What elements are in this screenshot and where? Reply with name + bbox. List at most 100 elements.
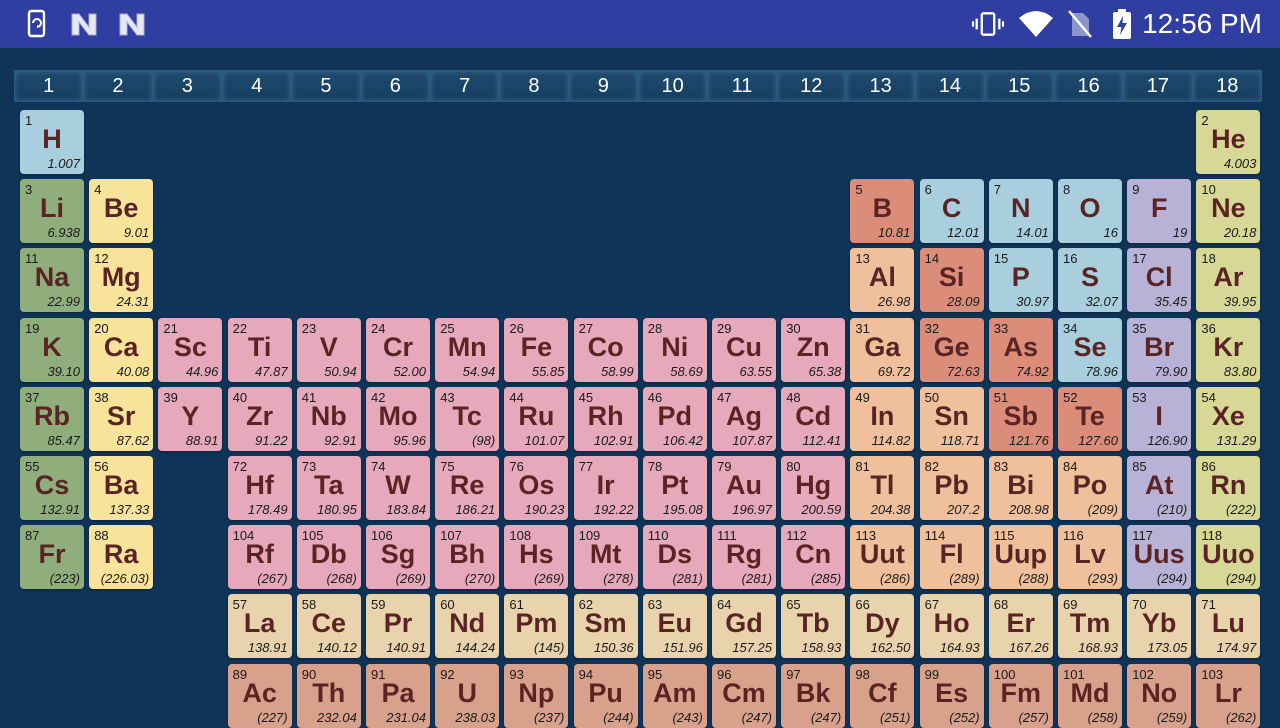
element-tile-bi[interactable]: 83 Bi 208.98 [988,456,1053,520]
element-tile-cm[interactable]: 96 Cm (247) [712,663,776,728]
element-tile-s[interactable]: 16 S 32.07 [1058,248,1122,313]
element-tile-cf[interactable]: 98 Cf (251) [850,663,915,728]
element-tile-se[interactable]: 34 Se 78.96 [1058,317,1122,382]
element-tile-bh[interactable]: 107 Bh (270) [435,525,500,590]
element-tile-i[interactable]: 53 I 126.90 [1127,386,1192,451]
element-tile-as[interactable]: 33 As 74.92 [988,317,1053,382]
element-tile-na[interactable]: 11 Na 22.99 [20,248,84,313]
element-tile-zr[interactable]: 40 Zr 91.22 [227,386,292,451]
element-tile-p[interactable]: 15 P 30.97 [988,248,1053,313]
element-tile-lv[interactable]: 116 Lv (293) [1058,525,1122,590]
element-tile-co[interactable]: 27 Co 58.99 [573,317,638,382]
element-tile-he[interactable]: 2 He 4.003 [1196,110,1261,174]
element-tile-xe[interactable]: 54 Xe 131.29 [1196,386,1261,451]
element-tile-mo[interactable]: 42 Mo 95.96 [366,386,430,451]
element-tile-f[interactable]: 9 F 19 [1127,179,1192,244]
element-tile-tm[interactable]: 69 Tm 168.93 [1058,594,1122,659]
element-tile-la[interactable]: 57 La 138.91 [227,594,292,659]
element-tile-k[interactable]: 19 K 39.10 [20,317,84,382]
element-tile-rn[interactable]: 86 Rn (222) [1196,456,1261,520]
element-tile-n[interactable]: 7 N 14.01 [988,179,1053,244]
element-tile-zn[interactable]: 30 Zn 65.38 [781,317,846,382]
element-tile-pu[interactable]: 94 Pu (244) [573,663,638,728]
element-tile-ca[interactable]: 20 Ca 40.08 [89,317,154,382]
element-tile-lr[interactable]: 103 Lr (262) [1196,663,1261,728]
element-tile-pt[interactable]: 78 Pt 195.08 [642,456,707,520]
element-tile-o[interactable]: 8 O 16 [1058,179,1122,244]
element-tile-pa[interactable]: 91 Pa 231.04 [366,663,430,728]
element-tile-pm[interactable]: 61 Pm (145) [504,594,569,659]
element-tile-nb[interactable]: 41 Nb 92.91 [296,386,361,451]
element-tile-cs[interactable]: 55 Cs 132.91 [20,456,84,520]
element-tile-th[interactable]: 90 Th 232.04 [296,663,361,728]
element-tile-ac[interactable]: 89 Ac (227) [227,663,292,728]
element-tile-np[interactable]: 93 Np (237) [504,663,569,728]
element-tile-ar[interactable]: 18 Ar 39.95 [1196,248,1261,313]
element-tile-kr[interactable]: 36 Kr 83.80 [1196,317,1261,382]
element-tile-hg[interactable]: 80 Hg 200.59 [781,456,846,520]
element-tile-w[interactable]: 74 W 183.84 [366,456,430,520]
element-tile-uus[interactable]: 117 Uus (294) [1127,525,1192,590]
element-tile-hs[interactable]: 108 Hs (269) [504,525,569,590]
element-tile-ga[interactable]: 31 Ga 69.72 [850,317,915,382]
element-tile-be[interactable]: 4 Be 9.01 [89,179,154,244]
element-tile-rb[interactable]: 37 Rb 85.47 [20,386,84,451]
element-tile-ni[interactable]: 28 Ni 58.69 [642,317,707,382]
element-tile-er[interactable]: 68 Er 167.26 [988,594,1053,659]
element-tile-h[interactable]: 1 H 1.007 [20,110,84,174]
element-tile-mg[interactable]: 12 Mg 24.31 [89,248,154,313]
element-tile-cl[interactable]: 17 Cl 35.45 [1127,248,1192,313]
element-tile-sg[interactable]: 106 Sg (269) [366,525,430,590]
element-tile-pd[interactable]: 46 Pd 106.42 [642,386,707,451]
element-tile-md[interactable]: 101 Md (258) [1058,663,1122,728]
element-tile-sm[interactable]: 62 Sm 150.36 [573,594,638,659]
element-tile-no[interactable]: 102 No (259) [1127,663,1192,728]
element-tile-br[interactable]: 35 Br 79.90 [1127,317,1192,382]
element-tile-te[interactable]: 52 Te 127.60 [1058,386,1122,451]
element-tile-eu[interactable]: 63 Eu 151.96 [642,594,707,659]
element-tile-ta[interactable]: 73 Ta 180.95 [296,456,361,520]
element-tile-cd[interactable]: 48 Cd 112.41 [781,386,846,451]
element-tile-gd[interactable]: 64 Gd 157.25 [712,594,776,659]
element-tile-c[interactable]: 6 C 12.01 [919,179,984,244]
element-tile-re[interactable]: 75 Re 186.21 [435,456,500,520]
element-tile-rf[interactable]: 104 Rf (267) [227,525,292,590]
element-tile-uuo[interactable]: 118 Uuo (294) [1196,525,1261,590]
element-tile-cr[interactable]: 24 Cr 52.00 [366,317,430,382]
element-tile-mn[interactable]: 25 Mn 54.94 [435,317,500,382]
element-tile-ti[interactable]: 22 Ti 47.87 [227,317,292,382]
element-tile-hf[interactable]: 72 Hf 178.49 [227,456,292,520]
element-tile-tl[interactable]: 81 Tl 204.38 [850,456,915,520]
element-tile-li[interactable]: 3 Li 6.938 [20,179,84,244]
element-tile-si[interactable]: 14 Si 28.09 [919,248,984,313]
element-tile-dy[interactable]: 66 Dy 162.50 [850,594,915,659]
element-tile-uut[interactable]: 113 Uut (286) [850,525,915,590]
element-tile-os[interactable]: 76 Os 190.23 [504,456,569,520]
element-tile-y[interactable]: 39 Y 88.91 [158,386,223,451]
element-tile-bk[interactable]: 97 Bk (247) [781,663,846,728]
element-tile-uup[interactable]: 115 Uup (288) [988,525,1053,590]
element-tile-ag[interactable]: 47 Ag 107.87 [712,386,776,451]
element-tile-v[interactable]: 23 V 50.94 [296,317,361,382]
element-tile-yb[interactable]: 70 Yb 173.05 [1127,594,1192,659]
element-tile-ho[interactable]: 67 Ho 164.93 [919,594,984,659]
element-tile-ge[interactable]: 32 Ge 72.63 [919,317,984,382]
element-tile-sb[interactable]: 51 Sb 121.76 [988,386,1053,451]
element-tile-es[interactable]: 99 Es (252) [919,663,984,728]
element-tile-u[interactable]: 92 U 238.03 [435,663,500,728]
element-tile-ru[interactable]: 44 Ru 101.07 [504,386,569,451]
element-tile-pb[interactable]: 82 Pb 207.2 [919,456,984,520]
element-tile-fl[interactable]: 114 Fl (289) [919,525,984,590]
element-tile-rg[interactable]: 111 Rg (281) [712,525,776,590]
element-tile-cn[interactable]: 112 Cn (285) [781,525,846,590]
element-tile-fr[interactable]: 87 Fr (223) [20,525,84,590]
element-tile-sr[interactable]: 38 Sr 87.62 [89,386,154,451]
element-tile-ba[interactable]: 56 Ba 137.33 [89,456,154,520]
element-tile-ra[interactable]: 88 Ra (226.03) [89,525,154,590]
element-tile-ds[interactable]: 110 Ds (281) [642,525,707,590]
element-tile-fm[interactable]: 100 Fm (257) [988,663,1053,728]
element-tile-tc[interactable]: 43 Tc (98) [435,386,500,451]
element-tile-mt[interactable]: 109 Mt (278) [573,525,638,590]
element-tile-sn[interactable]: 50 Sn 118.71 [919,386,984,451]
element-tile-rh[interactable]: 45 Rh 102.91 [573,386,638,451]
